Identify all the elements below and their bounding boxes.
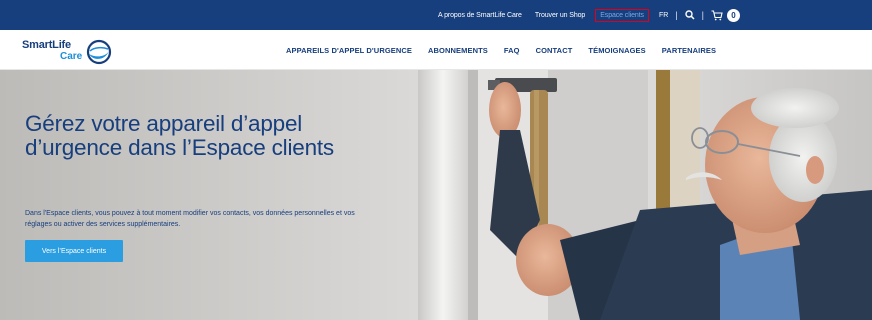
primary-nav: APPAREILS D'APPEL D'URGENCE ABONNEMENTS … bbox=[286, 30, 732, 70]
nav-abonnements[interactable]: ABONNEMENTS bbox=[428, 46, 488, 55]
smartlife-care-logo[interactable]: SmartLife Care bbox=[22, 37, 122, 65]
logo-line1: SmartLife bbox=[22, 39, 71, 51]
nav-faq[interactable]: FAQ bbox=[504, 46, 520, 55]
about-link[interactable]: A propos de SmartLife Care bbox=[438, 12, 522, 19]
nav-appareils[interactable]: APPAREILS D'APPEL D'URGENCE bbox=[286, 46, 412, 55]
logo-line2: Care bbox=[60, 51, 83, 62]
top-utility-bar: A propos de SmartLife Care Trouver un Sh… bbox=[0, 0, 872, 30]
nav-contact[interactable]: CONTACT bbox=[536, 46, 573, 55]
hero-title: Gérez votre appareil d’appel d’urgence d… bbox=[25, 111, 334, 160]
separator: | bbox=[675, 10, 678, 20]
cart-icon[interactable] bbox=[711, 9, 723, 21]
language-selector[interactable]: FR bbox=[659, 12, 668, 19]
find-shop-link[interactable]: Trouver un Shop bbox=[535, 12, 585, 19]
search-icon[interactable] bbox=[684, 10, 695, 20]
separator: | bbox=[701, 10, 704, 20]
cart-count-badge: 0 bbox=[727, 8, 740, 22]
logo-swirl-icon bbox=[86, 39, 112, 65]
nav-temoignages[interactable]: TÉMOIGNAGES bbox=[588, 46, 645, 55]
hero-banner: Gérez votre appareil d’appel d’urgence d… bbox=[0, 70, 872, 320]
hero-description: Dans l'Espace clients, vous pouvez à tou… bbox=[25, 210, 355, 228]
espace-clients-link[interactable]: Espace clients bbox=[595, 8, 649, 22]
main-navbar: SmartLife Care APPAREILS D'APPEL D'URGEN… bbox=[0, 30, 872, 70]
nav-partenaires[interactable]: PARTENAIRES bbox=[662, 46, 716, 55]
hero-photo bbox=[0, 70, 872, 320]
espace-clients-button[interactable]: Vers l’Espace clients bbox=[25, 240, 123, 262]
